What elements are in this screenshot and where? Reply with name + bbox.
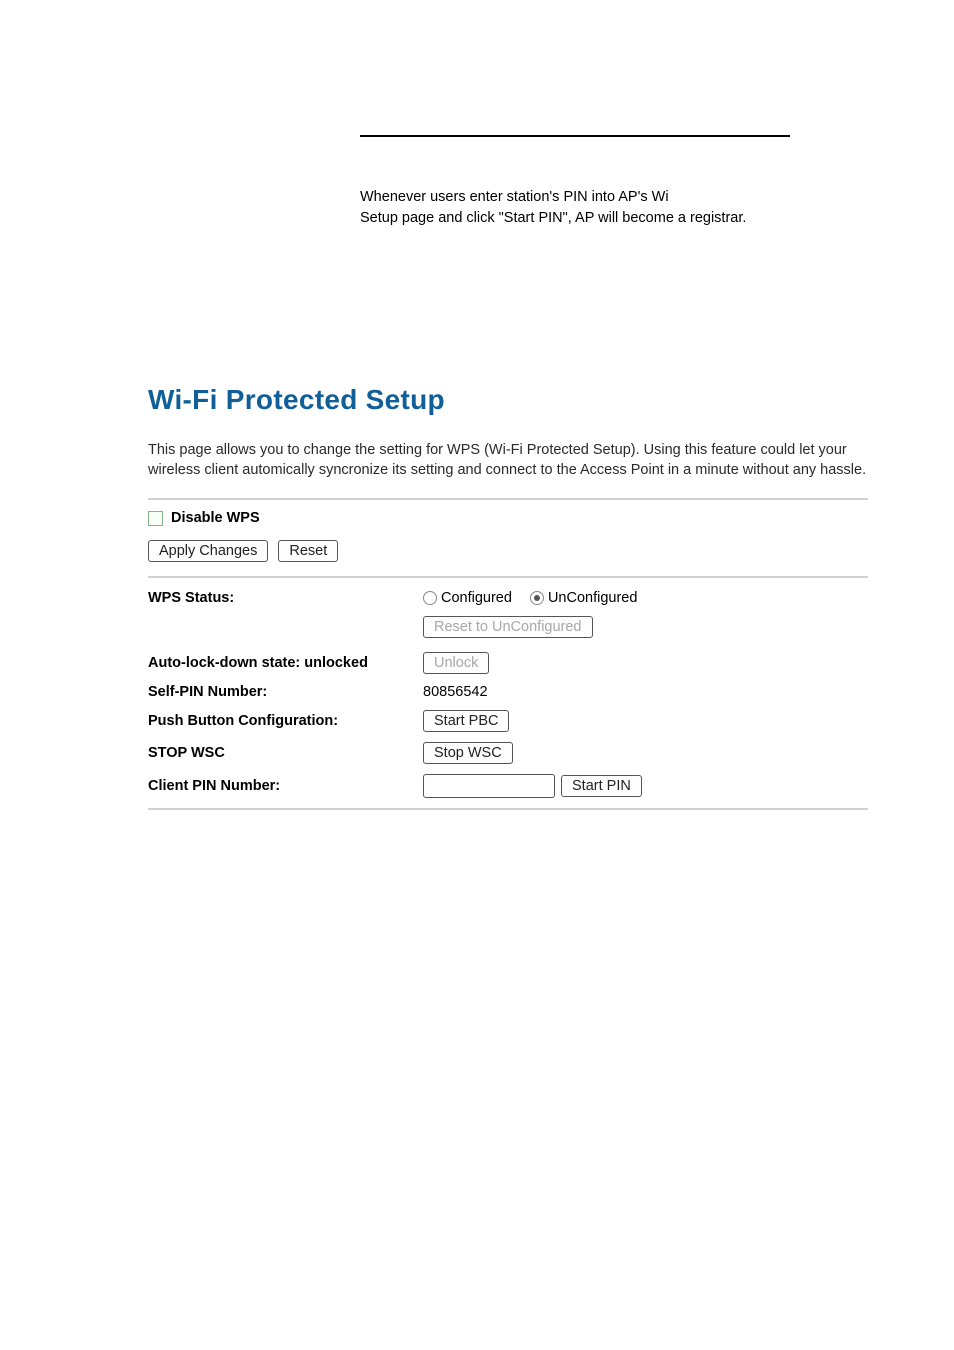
reset-button[interactable]: Reset [278,540,338,562]
disable-wps-checkbox[interactable] [148,511,163,526]
unconfigured-radio[interactable] [530,591,544,605]
apply-changes-button[interactable]: Apply Changes [148,540,268,562]
section-divider-1 [148,498,868,500]
client-pin-label: Client PIN Number: [148,778,423,794]
page-title: Wi-Fi Protected Setup [148,384,868,416]
stop-wsc-button[interactable]: Stop WSC [423,742,513,764]
configured-radio[interactable] [423,591,437,605]
section-divider-3 [148,808,868,810]
upper-text-line2: Setup page and click "Start PIN", AP wil… [360,208,790,229]
unconfigured-radio-label: UnConfigured [548,590,637,606]
auto-lock-label: Auto-lock-down state: unlocked [148,655,423,671]
client-pin-input[interactable] [423,774,555,798]
upper-divider [360,135,790,137]
page-description: This page allows you to change the setti… [148,441,868,480]
pbc-label: Push Button Configuration: [148,713,423,729]
section-divider-2 [148,576,868,578]
configured-radio-label: Configured [441,590,512,606]
reset-unconfigured-button: Reset to UnConfigured [423,616,593,638]
stop-wsc-label: STOP WSC [148,745,423,761]
self-pin-value: 80856542 [423,684,488,700]
unlock-button: Unlock [423,652,489,674]
disable-wps-label: Disable WPS [171,510,260,526]
start-pbc-button[interactable]: Start PBC [423,710,509,732]
upper-text-line1: Whenever users enter station's PIN into … [360,187,790,208]
wps-status-label: WPS Status: [148,590,423,606]
start-pin-button[interactable]: Start PIN [561,775,642,797]
self-pin-label: Self-PIN Number: [148,684,423,700]
